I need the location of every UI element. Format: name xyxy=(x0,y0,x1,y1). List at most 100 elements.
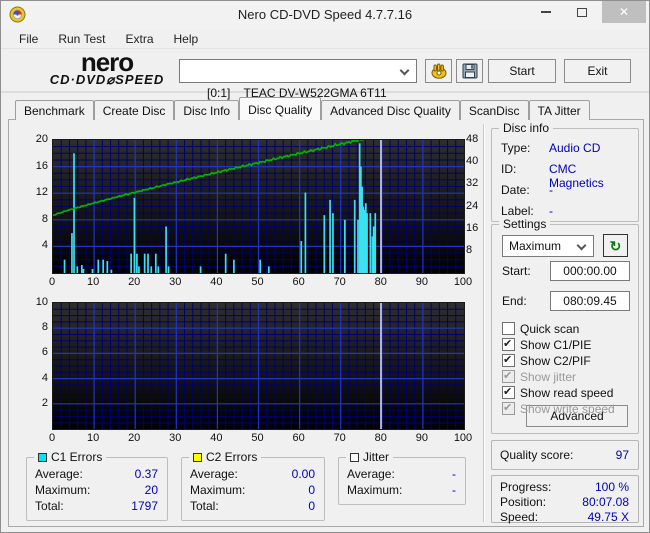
c1-errors-panel: C1 Errors Average: 0.37 Maximum: 20 Total: 179… xyxy=(26,450,168,521)
disc-info-label: Label: xyxy=(501,204,534,218)
tab-disc-quality[interactable]: Disc Quality xyxy=(239,97,322,120)
progress-label: Position: xyxy=(500,495,547,509)
x-axis-tick-label: 60 xyxy=(292,276,305,288)
progress-row: Speed: 49.75 X xyxy=(500,510,629,525)
checkbox-show-read-speed[interactable]: ✔ Show read speed xyxy=(502,385,613,400)
cdvd-speed-logo-text: CD·DVD⌀SPEED xyxy=(49,72,165,87)
save-floppy-icon xyxy=(462,63,477,79)
stat-row: Total: 0 xyxy=(190,499,315,514)
stat-value: 1797 xyxy=(131,499,158,513)
stat-row: Average: 0.00 xyxy=(190,467,315,482)
tab-bar: Benchmark Create Disc Disc Info Disc Qualit… xyxy=(15,97,590,120)
y-axis-tick-label: 8 xyxy=(41,212,48,225)
quality-score-label: Quality score: xyxy=(500,448,574,462)
stat-label: Average: xyxy=(190,467,238,481)
checkbox-show-write-speed: ✔ Show write speed xyxy=(502,401,615,416)
vertical-divider xyxy=(483,124,485,522)
checkbox-show-c2-pif[interactable]: ✔ Show C2/PIF xyxy=(502,353,591,368)
x-axis-tick-label: 20 xyxy=(128,276,141,288)
legend-swatch xyxy=(350,452,359,462)
disc-info-row: ID: CMC Magnetics xyxy=(501,162,631,190)
checkbox-show-jitter: ✔ Show jitter xyxy=(502,369,576,384)
x-axis-tick-label: 100 xyxy=(453,276,473,288)
x-axis-tick-label: 20 xyxy=(128,432,141,444)
eject-disc-button[interactable] xyxy=(425,59,452,83)
menu-file[interactable]: File xyxy=(9,30,48,48)
stat-row: Average: 0.37 xyxy=(35,467,158,482)
tab-benchmark[interactable]: Benchmark xyxy=(15,100,94,120)
y-axis-tick-label: 16 xyxy=(35,159,48,172)
quality-score-row: Quality score: 97 xyxy=(500,448,629,463)
checkbox-unchecked-icon xyxy=(502,322,515,335)
progress-row: Progress: 100 % xyxy=(500,480,629,495)
checkbox-checked-icon: ✔ xyxy=(502,402,515,415)
panel-title: Jitter xyxy=(346,450,394,464)
stat-label: Maximum: xyxy=(347,483,403,497)
app-window: Nero CD-DVD Speed 4.7.7.16 ✕ File Run Tes… xyxy=(0,0,650,533)
x-axis-tick-label: 40 xyxy=(210,276,223,288)
x-axis-tick-label: 0 xyxy=(48,432,56,444)
c2-errors-chart xyxy=(52,302,465,430)
nero-logo: nero CD·DVD⌀SPEED xyxy=(37,49,177,87)
checkbox-quick-scan[interactable]: Quick scan xyxy=(502,321,579,336)
close-button[interactable]: ✕ xyxy=(602,1,646,23)
tab-scandisc[interactable]: ScanDisc xyxy=(459,100,529,120)
stat-value: 0 xyxy=(308,483,315,497)
menu-help[interactable]: Help xyxy=(164,30,209,48)
start-time-row: Start: 000:00.00 xyxy=(502,261,630,281)
tab-disc-info[interactable]: Disc Info xyxy=(174,100,240,120)
checkbox-checked-icon: ✔ xyxy=(502,386,515,399)
end-time-label: End: xyxy=(502,294,527,308)
minimize-icon xyxy=(541,11,551,13)
checkbox-checked-icon: ✔ xyxy=(502,370,515,383)
quality-score-panel: Quality score: 97 xyxy=(491,440,639,470)
refresh-icon: ↻ xyxy=(609,237,622,254)
x-axis-tick-label: 70 xyxy=(333,276,346,288)
start-time-label: Start: xyxy=(502,264,531,278)
exit-button[interactable]: Exit xyxy=(564,59,631,83)
checkbox-show-c1-pie[interactable]: ✔ Show C1/PIE xyxy=(502,337,591,352)
maximize-button[interactable] xyxy=(565,1,599,23)
end-time-row: End: 080:09.45 xyxy=(502,291,630,311)
drive-select[interactable]: [0:1] TEAC DV-W522GMA 6T11 xyxy=(179,59,417,100)
tab-advanced-disc-quality[interactable]: Advanced Disc Quality xyxy=(321,100,460,120)
stat-label: Maximum: xyxy=(190,483,246,497)
x-axis-tick-label: 40 xyxy=(210,432,223,444)
stat-row: Maximum: 0 xyxy=(190,483,315,498)
panel-title: C1 Errors xyxy=(34,450,107,464)
start-button[interactable]: Start xyxy=(488,59,556,83)
speed-select-value: Maximum xyxy=(509,239,562,253)
menu-extra[interactable]: Extra xyxy=(115,30,163,48)
stat-label: Average: xyxy=(347,467,395,481)
stat-value: 20 xyxy=(144,483,158,497)
y-axis-tick-label: 4 xyxy=(41,239,48,252)
x-axis-tick-label: 50 xyxy=(251,432,264,444)
stat-row: Average: - xyxy=(347,467,456,482)
tab-ta-jitter[interactable]: TA Jitter xyxy=(528,100,590,120)
checkbox-checked-icon: ✔ xyxy=(502,354,515,367)
disc-info-value: - xyxy=(549,183,553,197)
disc-info-title: Disc info xyxy=(499,121,554,135)
progress-row: Position: 80:07.08 xyxy=(500,495,629,510)
quality-score-value: 97 xyxy=(615,448,629,462)
tab-create-disc[interactable]: Create Disc xyxy=(93,100,175,120)
progress-label: Speed: xyxy=(500,510,539,524)
menu-run-test[interactable]: Run Test xyxy=(48,30,115,48)
stat-value: - xyxy=(452,483,456,497)
legend-swatch xyxy=(193,452,202,462)
chevron-down-icon xyxy=(576,240,587,251)
save-results-button[interactable] xyxy=(456,59,483,83)
x-axis-tick-label: 30 xyxy=(169,432,182,444)
minimize-button[interactable] xyxy=(529,1,563,23)
speed-select[interactable]: Maximum xyxy=(502,235,594,257)
x-axis-tick-label: 80 xyxy=(374,276,387,288)
x-axis-tick-label: 90 xyxy=(415,276,429,288)
y-axis-tick-label: 10 xyxy=(35,296,48,308)
menu-bar: File Run Test Extra Help xyxy=(1,29,649,49)
start-time-field[interactable]: 000:00.00 xyxy=(550,261,630,281)
x-axis-tick-label: 30 xyxy=(169,276,182,288)
end-time-field[interactable]: 080:09.45 xyxy=(550,291,630,311)
refresh-button[interactable]: ↻ xyxy=(603,234,628,257)
eject-hand-icon xyxy=(431,63,446,79)
progress-panel: Progress: 100 % Position: 80:07.08 Speed: 49.… xyxy=(491,475,639,525)
